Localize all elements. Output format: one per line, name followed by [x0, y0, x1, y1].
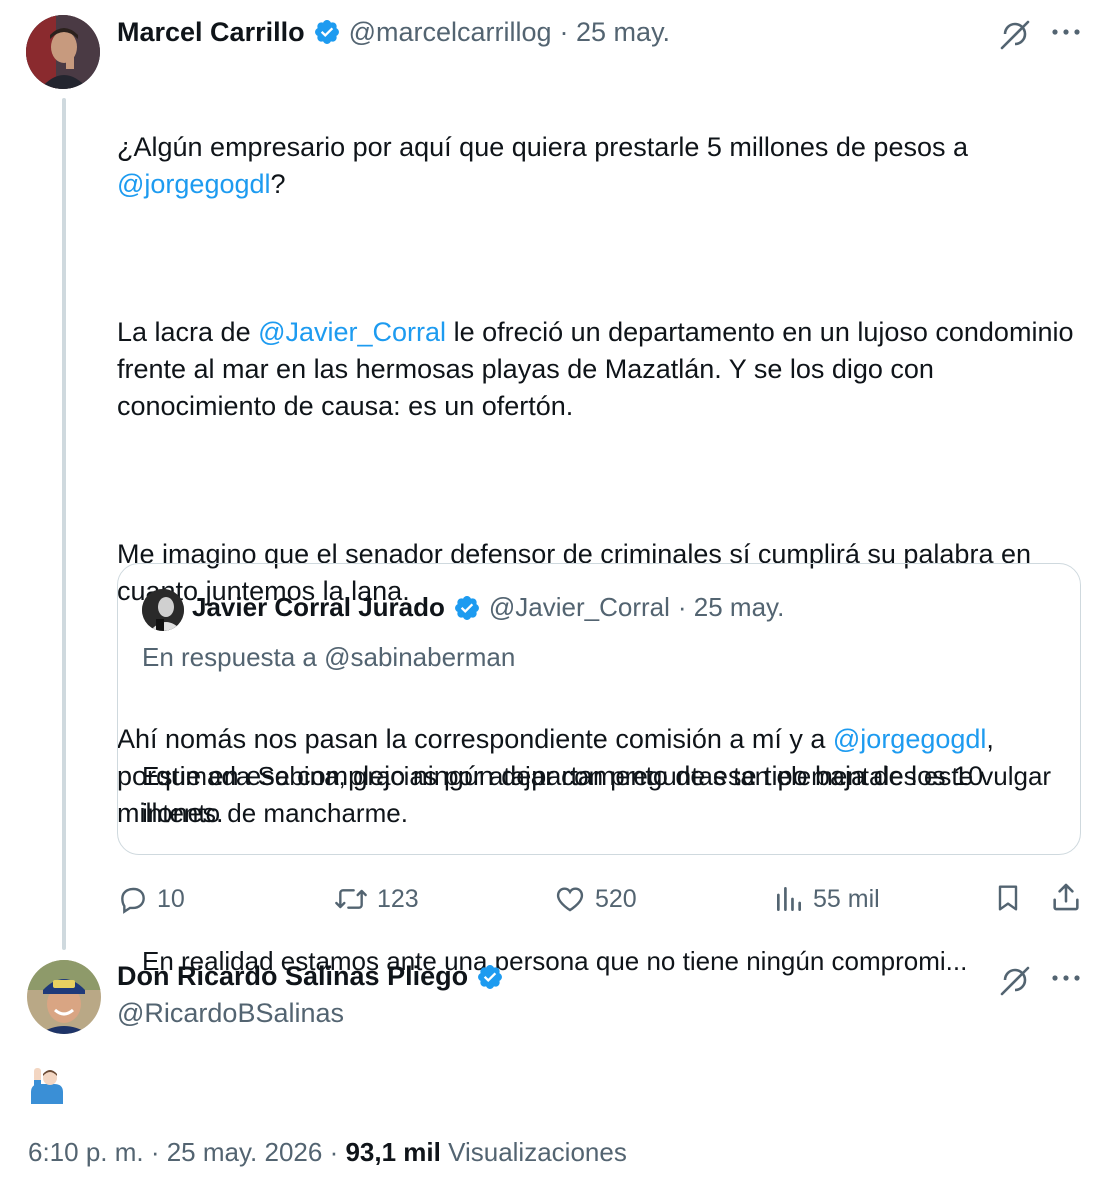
- tweet-header: Marcel Carrillo @marcelcarrillog · 25 ma…: [117, 14, 670, 50]
- author-handle[interactable]: @marcelcarrillog: [349, 17, 552, 48]
- tweet-paragraph-2: La lacra de @Javier_Corral le ofreció un…: [117, 314, 1085, 425]
- verified-badge-icon: [314, 20, 339, 44]
- bookmark-icon: [998, 885, 1018, 911]
- retweet-icon: [335, 889, 367, 909]
- verified-badge-icon: [454, 595, 479, 620]
- like-count: 520: [595, 884, 637, 913]
- tweet-timestamp: 6:10 p. m. · 25 may. 2026 · 93,1 mil Vis…: [28, 1137, 627, 1168]
- tweet-text: 🙋🏻‍♂️: [28, 1066, 68, 1106]
- quoted-paragraph-1: Estimada Sabina, gracias por atajar con …: [142, 761, 1059, 828]
- tweet-date[interactable]: · 25 may.: [560, 17, 671, 48]
- like-icon: [556, 887, 584, 912]
- raising-hand-icon: [31, 1068, 63, 1104]
- tweet-text-segment: ¿Algún empresario por aquí que quiera pr…: [117, 132, 968, 162]
- views-button[interactable]: 55 mil: [773, 880, 880, 918]
- tweet-header: Don Ricardo Salinas Pliego: [117, 961, 504, 992]
- reply-to-label: En respuesta a @sabinaberman: [142, 642, 516, 672]
- author-name[interactable]: Don Ricardo Salinas Pliego: [117, 961, 468, 992]
- reply-icon: [121, 887, 145, 914]
- tweet-text-segment: La lacra de: [117, 317, 259, 347]
- author-name[interactable]: Marcel Carrillo: [117, 17, 305, 48]
- views-count: 55 mil: [813, 884, 880, 913]
- like-button[interactable]: 520: [553, 880, 637, 918]
- mention-link[interactable]: @jorgegogdl: [117, 169, 271, 199]
- views-icon: [777, 887, 801, 911]
- quoted-tweet-date: · 25 may.: [677, 592, 785, 622]
- views-label: Visualizaciones: [440, 1137, 627, 1167]
- tweet-paragraph-1: ¿Algún empresario por aquí que quiera pr…: [117, 129, 1085, 203]
- author-handle[interactable]: @RicardoBSalinas: [117, 998, 344, 1029]
- views-total: 93,1 mil: [345, 1137, 441, 1167]
- avatar[interactable]: [27, 960, 101, 1034]
- grok-icon[interactable]: [998, 17, 1032, 51]
- mention-link[interactable]: @Javier_Corral: [258, 317, 446, 347]
- quoted-author-handle[interactable]: @Javier_Corral: [489, 592, 670, 623]
- bookmark-button[interactable]: [992, 881, 1024, 915]
- retweet-button[interactable]: 123: [333, 880, 419, 918]
- avatar[interactable]: [26, 15, 100, 89]
- share-icon: [1053, 883, 1079, 911]
- more-icon[interactable]: [1050, 20, 1082, 44]
- verified-badge-icon: [478, 964, 503, 989]
- retweet-count: 123: [377, 884, 419, 913]
- thread-connector-line: [62, 98, 66, 950]
- timestamp-link[interactable]: 6:10 p. m. · 25 may. 2026 ·: [28, 1137, 345, 1167]
- share-button[interactable]: [1049, 880, 1083, 914]
- quoted-avatar[interactable]: [142, 589, 184, 631]
- reply-button[interactable]: 10: [117, 880, 185, 918]
- more-icon[interactable]: [1050, 966, 1082, 990]
- quoted-tweet-header: Javier Corral Jurado @Javier_Corral · 25…: [192, 592, 784, 623]
- reply-count: 10: [157, 884, 185, 913]
- grok-icon[interactable]: [998, 963, 1032, 997]
- tweet-text-segment: ?: [270, 169, 286, 199]
- quoted-tweet[interactable]: Javier Corral Jurado @Javier_Corral · 25…: [117, 563, 1081, 976]
- quoted-author-name[interactable]: Javier Corral Jurado: [192, 592, 445, 623]
